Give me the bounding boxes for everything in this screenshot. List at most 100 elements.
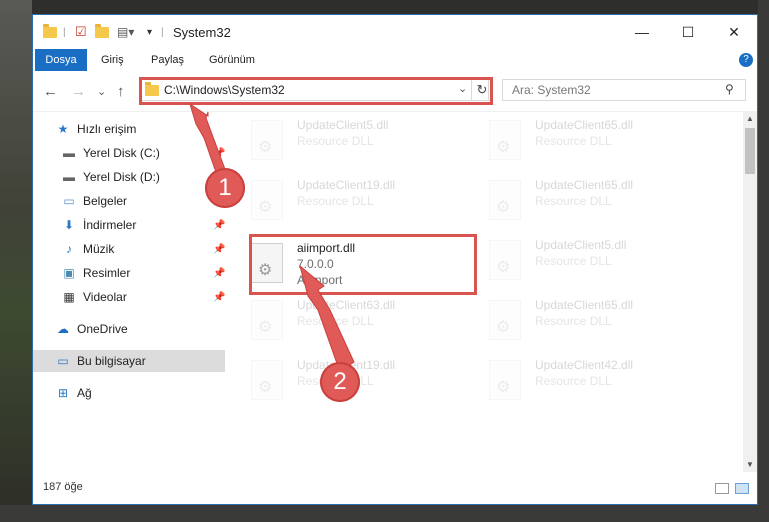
large-icons-view-icon[interactable] bbox=[735, 483, 749, 494]
dll-file-icon: ⚙ bbox=[489, 120, 521, 160]
sidebar-item-label: Belgeler bbox=[83, 194, 128, 208]
file-item[interactable]: ⚙ UpdateClient5.dll Resource DLL bbox=[489, 234, 709, 290]
dll-file-icon: ⚙ bbox=[251, 180, 283, 220]
search-icon: ⚲ bbox=[725, 82, 734, 96]
step-marker-2: 2 bbox=[320, 362, 360, 402]
title-bar: | ☑ ▤▾ ▾ | System32 — ☐ ✕ bbox=[33, 15, 757, 49]
new-folder-icon[interactable] bbox=[95, 23, 109, 41]
file-item[interactable]: ⚙ UpdateClient5.dll Resource DLL bbox=[251, 114, 471, 170]
dll-file-icon: ⚙ bbox=[251, 360, 283, 400]
file-item[interactable]: ⚙ UpdateClient65.dll Resource DLL bbox=[489, 114, 709, 170]
recent-locations-button[interactable]: ⌄ bbox=[97, 85, 106, 98]
file-item[interactable]: ⚙ UpdateClient19.dll Resource DLL bbox=[251, 354, 471, 410]
sidebar-item-local-disk-c[interactable]: ▬ Yerel Disk (C:) 📌 bbox=[33, 142, 225, 164]
file-item[interactable]: ⚙ UpdateClient63.dll Resource DLL bbox=[251, 294, 471, 350]
sidebar-item-label: Bu bilgisayar bbox=[77, 354, 146, 368]
details-view-icon[interactable] bbox=[715, 483, 729, 494]
file-item[interactable]: ⚙ UpdateClient42.dll Resource DLL bbox=[489, 354, 709, 410]
up-button[interactable]: ↑ bbox=[117, 83, 125, 100]
sidebar-item-local-disk-d[interactable]: ▬ Yerel Disk (D:) 📌 bbox=[33, 166, 225, 188]
file-name: UpdateClient19.dll bbox=[297, 178, 396, 192]
close-button[interactable]: ✕ bbox=[711, 15, 757, 49]
vertical-scrollbar[interactable]: ▲ ▼ bbox=[743, 112, 757, 472]
address-highlight-box bbox=[139, 77, 493, 105]
back-button[interactable]: ← bbox=[43, 83, 58, 100]
customize-toolbar-chevron-icon[interactable]: ▾ bbox=[147, 23, 152, 41]
desktop-background-left bbox=[0, 0, 32, 522]
video-icon: ▦ bbox=[63, 290, 75, 304]
pictures-icon: ▣ bbox=[63, 266, 75, 280]
sidebar-item-documents[interactable]: ▭ Belgeler 📌 bbox=[33, 190, 225, 212]
sidebar-item-music[interactable]: ♪ Müzik 📌 bbox=[33, 238, 225, 260]
view-options-icon[interactable]: ▤▾ bbox=[117, 23, 134, 41]
help-button[interactable]: ? bbox=[739, 53, 753, 67]
scrollbar-thumb[interactable] bbox=[745, 128, 755, 174]
network-icon: ⊞ bbox=[57, 386, 69, 400]
sidebar-item-network[interactable]: ⊞ Ağ bbox=[33, 382, 225, 404]
computer-icon: ▭ bbox=[57, 354, 69, 368]
file-description: Resource DLL bbox=[297, 314, 374, 328]
sidebar-item-label: Müzik bbox=[83, 242, 115, 256]
sidebar-item-quick-access[interactable]: ★ Hızlı erişim bbox=[33, 118, 225, 140]
drive-icon: ▬ bbox=[63, 170, 75, 184]
dll-file-icon: ⚙ bbox=[489, 240, 521, 280]
file-description: Resource DLL bbox=[535, 254, 612, 268]
tab-home[interactable]: Giriş bbox=[93, 49, 132, 71]
sidebar-item-label: Ağ bbox=[77, 386, 92, 400]
file-name: UpdateClient65.dll bbox=[535, 118, 634, 132]
desktop-background-bottom bbox=[0, 505, 769, 522]
desktop-background-top bbox=[0, 0, 769, 14]
file-description: Resource DLL bbox=[535, 314, 612, 328]
tab-view[interactable]: Görünüm bbox=[201, 49, 263, 71]
step-marker-1: 1 bbox=[205, 168, 245, 208]
sidebar-item-label: Yerel Disk (D:) bbox=[83, 170, 160, 184]
scroll-down-icon[interactable]: ▼ bbox=[746, 460, 754, 469]
file-item[interactable]: ⚙ UpdateClient19.dll Resource DLL bbox=[251, 174, 471, 230]
file-name: UpdateClient42.dll bbox=[535, 358, 634, 372]
cloud-icon: ☁ bbox=[57, 322, 69, 336]
maximize-button[interactable]: ☐ bbox=[665, 15, 711, 49]
sidebar-item-label: Yerel Disk (C:) bbox=[83, 146, 160, 160]
file-item[interactable]: ⚙ UpdateClient65.dll Resource DLL bbox=[489, 174, 709, 230]
sidebar-item-label: Videolar bbox=[83, 290, 127, 304]
dll-file-icon: ⚙ bbox=[489, 180, 521, 220]
file-highlight-box bbox=[249, 234, 477, 295]
status-bar: 187 öğe bbox=[33, 473, 757, 504]
dll-file-icon: ⚙ bbox=[489, 360, 521, 400]
pin-icon[interactable]: 📌 bbox=[213, 244, 225, 255]
pin-icon[interactable]: 📌 bbox=[213, 268, 225, 279]
pin-icon[interactable]: 📌 bbox=[213, 220, 225, 231]
minimize-button[interactable]: — bbox=[619, 15, 665, 49]
search-placeholder: Ara: System32 bbox=[512, 83, 591, 97]
scroll-up-icon[interactable]: ▲ bbox=[746, 114, 754, 123]
forward-button[interactable]: → bbox=[71, 83, 86, 100]
file-description: Resource DLL bbox=[535, 194, 612, 208]
download-icon: ⬇ bbox=[63, 218, 75, 232]
dll-file-icon: ⚙ bbox=[251, 300, 283, 340]
dll-file-icon: ⚙ bbox=[251, 120, 283, 160]
dll-file-icon: ⚙ bbox=[489, 300, 521, 340]
quick-access-folder-icon[interactable] bbox=[43, 23, 57, 41]
quick-access-separator: | bbox=[63, 26, 66, 38]
tab-share[interactable]: Paylaş bbox=[143, 49, 192, 71]
file-item[interactable]: ⚙ UpdateClient65.dll Resource DLL bbox=[489, 294, 709, 350]
sidebar-item-pictures[interactable]: ▣ Resimler 📌 bbox=[33, 262, 225, 284]
navigation-pane: ★ Hızlı erişim ▬ Yerel Disk (C:) 📌 ▬ Yer… bbox=[33, 112, 225, 472]
documents-icon: ▭ bbox=[63, 194, 75, 208]
file-name: UpdateClient63.dll bbox=[297, 298, 396, 312]
file-description: Resource DLL bbox=[297, 194, 374, 208]
explorer-window: | ☑ ▤▾ ▾ | System32 — ☐ ✕ Dosya Giriş Pa… bbox=[32, 14, 758, 505]
tab-file[interactable]: Dosya bbox=[35, 49, 87, 71]
sidebar-item-onedrive[interactable]: ☁ OneDrive bbox=[33, 318, 225, 340]
sidebar-item-this-pc[interactable]: ▭ Bu bilgisayar bbox=[33, 350, 225, 372]
pin-icon[interactable]: 📌 bbox=[213, 292, 225, 303]
sidebar-item-videos[interactable]: ▦ Videolar 📌 bbox=[33, 286, 225, 308]
star-icon: ★ bbox=[57, 122, 69, 136]
pin-icon[interactable]: 📌 bbox=[213, 148, 225, 159]
sidebar-item-downloads[interactable]: ⬇ İndirmeler 📌 bbox=[33, 214, 225, 236]
window-title: System32 bbox=[173, 25, 231, 40]
file-description: Resource DLL bbox=[297, 134, 374, 148]
properties-check-icon[interactable]: ☑ bbox=[75, 23, 87, 41]
sidebar-item-label: Resimler bbox=[83, 266, 131, 280]
search-input[interactable]: Ara: System32 ⚲ bbox=[502, 79, 746, 101]
